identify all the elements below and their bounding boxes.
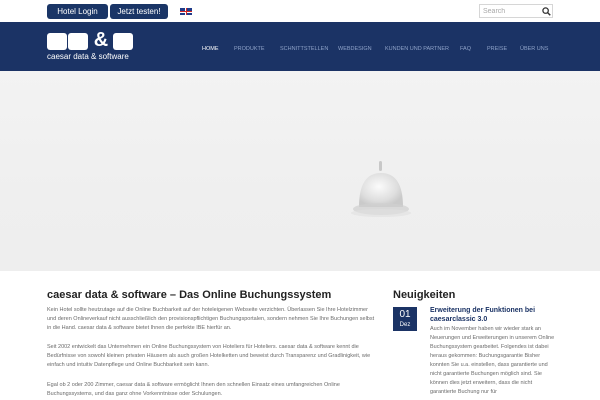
logo-ampersand: & (93, 29, 109, 51)
caesar-logo[interactable]: & caesar data & software (47, 29, 135, 63)
uk-flag-icon[interactable] (180, 8, 192, 15)
nav-item-preise[interactable]: PREISE (487, 46, 507, 52)
search-box (479, 4, 553, 18)
site-header: & caesar data & software HOME PRODUKTE S… (0, 22, 600, 71)
service-bell-image (351, 161, 411, 217)
intro-paragraph: Kein Hotel sollte heutzutage auf die Onl… (47, 307, 375, 331)
news-date-month: Dez (399, 322, 411, 328)
news-item-title[interactable]: Erweiterung der Funktionen bei caesarcla… (430, 306, 555, 324)
news-heading: Neuigkeiten (393, 289, 456, 301)
nav-item-schnittstellen[interactable]: SCHNITTSTELLEN (280, 46, 328, 52)
nav-item-webdesign[interactable]: WEBDESIGN (338, 46, 372, 52)
jetzt-testen-button[interactable]: Jetzt testen! (110, 4, 168, 19)
nav-item-home[interactable]: HOME (202, 46, 219, 52)
nav-item-kunden-und-partner[interactable]: KUNDEN UND PARTNER (385, 46, 449, 52)
hotel-login-button[interactable]: Hotel Login (47, 4, 108, 19)
nav-item-produkte[interactable]: PRODUKTE (234, 46, 265, 52)
search-input[interactable] (483, 6, 537, 16)
nav-item-faq[interactable]: FAQ (460, 46, 471, 52)
logo-text: caesar data & software (47, 52, 129, 61)
page-title: caesar data & software – Das Online Buch… (47, 289, 332, 301)
hero-banner (0, 71, 600, 271)
nav-item-ueber-uns[interactable]: ÜBER UNS (520, 46, 548, 52)
news-date-badge: 01 Dez (393, 307, 417, 331)
search-icon[interactable] (542, 7, 551, 16)
news-date-day: 01 (399, 309, 411, 320)
news-item-text: Auch im November haben wir wieder stark … (430, 326, 555, 395)
company-paragraph: Seit 2002 entwickelt das Unternehmen ein… (47, 344, 371, 368)
rooms-paragraph: Egal ob 2 oder 200 Zimmer, caesar data &… (47, 382, 340, 397)
top-bar: Hotel Login Jetzt testen! (0, 0, 600, 22)
